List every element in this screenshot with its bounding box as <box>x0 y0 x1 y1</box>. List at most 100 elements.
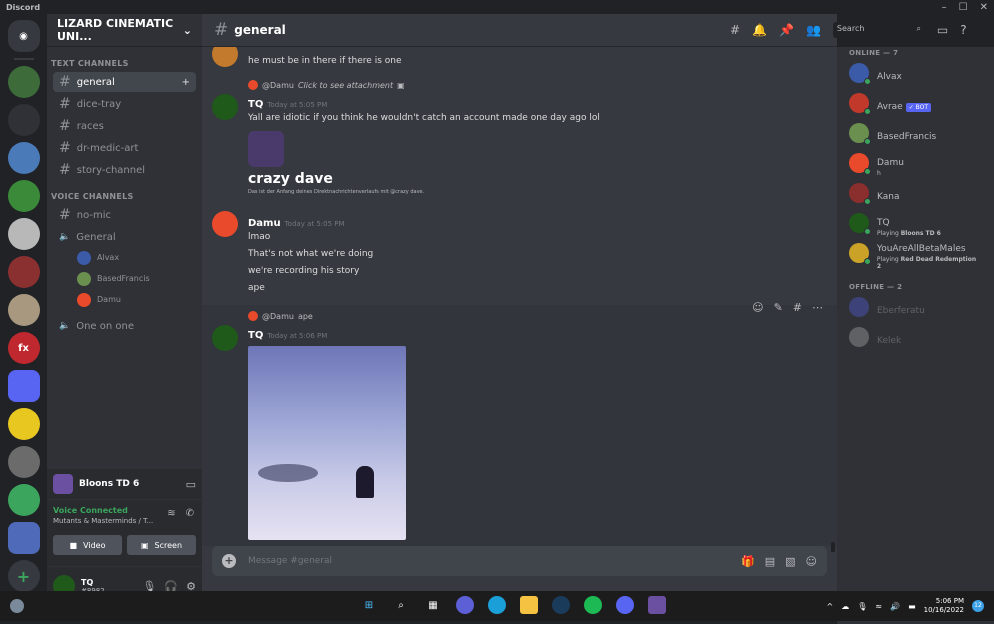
avatar[interactable] <box>212 47 238 67</box>
invite-icon[interactable]: + <box>182 77 190 88</box>
channel-dice-tray[interactable]: # dice-tray <box>53 94 196 114</box>
maximize-button[interactable]: ☐ <box>959 2 968 13</box>
server-icon[interactable] <box>7 142 40 174</box>
microphone-icon[interactable]: 🎙 <box>857 602 867 611</box>
message-input[interactable]: Message #general <box>248 556 332 566</box>
server-icon-active[interactable] <box>7 180 40 212</box>
embed-image[interactable] <box>248 131 284 167</box>
gif-attachment[interactable] <box>248 346 406 540</box>
teams-chat-icon[interactable] <box>456 596 474 614</box>
voice-user[interactable]: Alvax <box>77 247 202 268</box>
message[interactable]: ☺ ✎ # ⋯ @Damu ape TQ Today at 5:06 PM <box>202 301 837 546</box>
channel-dr-medic-art[interactable]: # dr-medic-art <box>53 138 196 158</box>
message-composer[interactable]: + Message #general 🎁 ▤ ▧ ☺ <box>212 546 827 576</box>
volume-icon[interactable]: 🔊 <box>890 602 900 611</box>
category-text[interactable]: TEXT CHANNELS <box>51 59 202 68</box>
avatar[interactable] <box>212 94 238 120</box>
notification-badge[interactable]: 12 <box>972 600 984 612</box>
member-item[interactable]: Kelek <box>849 323 982 351</box>
search-icon[interactable]: ⌕ <box>392 596 410 614</box>
gift-icon[interactable]: 🎁 <box>741 555 755 568</box>
message-author[interactable]: TQ <box>248 330 263 341</box>
member-item[interactable]: Alvax <box>849 59 982 87</box>
member-item[interactable]: Damu h <box>849 149 982 177</box>
battery-icon[interactable]: ▬ <box>908 602 916 611</box>
channel-races[interactable]: # races <box>53 116 196 136</box>
members-icon[interactable]: 👥 <box>806 23 821 37</box>
member-item[interactable]: Kana <box>849 179 982 207</box>
member-item[interactable]: YouAreAllBetaMales Playing Red Dead Redem… <box>849 239 982 270</box>
emoji-icon[interactable]: ☺ <box>806 555 817 568</box>
channel-general[interactable]: # general + <box>53 72 196 92</box>
server-folder[interactable] <box>7 522 40 554</box>
avatar[interactable] <box>212 211 238 237</box>
server-icon[interactable] <box>7 484 40 516</box>
message[interactable]: Damu Today at 5:05 PM lmao That's not wha… <box>202 211 837 295</box>
channel-story-channel[interactable]: # story-channel <box>53 160 196 180</box>
member-item[interactable]: Avrae ✓ BOT <box>849 89 982 117</box>
search-input[interactable]: Search ⌕ <box>832 22 925 38</box>
message-author[interactable]: TQ <box>248 99 263 110</box>
edge-icon[interactable] <box>488 596 506 614</box>
pin-icon[interactable]: 📌 <box>779 23 794 37</box>
voice-user[interactable]: Damu <box>77 289 202 310</box>
add-server-button[interactable]: + <box>7 560 40 591</box>
task-view-icon[interactable]: ▦ <box>424 596 442 614</box>
disconnect-icon[interactable]: ✆ <box>186 508 194 519</box>
threads-icon[interactable]: # <box>730 23 740 37</box>
help-icon[interactable]: ? <box>960 23 966 37</box>
clock[interactable]: 5:06 PM 10/16/2022 <box>924 597 964 615</box>
server-icon[interactable] <box>7 104 40 136</box>
message[interactable]: he must be in there if there is one <box>202 47 837 68</box>
gif-icon[interactable]: ▤ <box>765 555 775 568</box>
server-icon[interactable] <box>7 218 40 250</box>
activity-panel[interactable]: Bloons TD 6 ▭ <box>47 469 202 499</box>
server-icon[interactable] <box>7 256 40 288</box>
cloud-icon[interactable]: ☁ <box>841 602 849 611</box>
server-icon[interactable] <box>7 294 40 326</box>
message[interactable]: @Damu Click to see attachment ▣ TQ Today at… <box>202 80 837 195</box>
message-author[interactable]: Damu <box>248 218 281 229</box>
screen-button[interactable]: ▣ Screen <box>127 535 196 555</box>
video-button[interactable]: ■ Video <box>53 535 122 555</box>
upload-plus-icon[interactable]: + <box>222 554 236 568</box>
close-button[interactable]: ✕ <box>980 2 988 13</box>
steam-icon[interactable] <box>552 596 570 614</box>
add-reaction-icon[interactable]: ☺ <box>752 301 763 314</box>
sticker-icon[interactable]: ▧ <box>785 555 795 568</box>
more-icon[interactable]: ⋯ <box>812 301 823 314</box>
minimize-button[interactable]: – <box>942 2 947 13</box>
server-header[interactable]: LIZARD CINEMATIC UNI... ⌄ <box>47 14 202 47</box>
home-button[interactable]: ◉ <box>7 20 40 52</box>
reply-reference[interactable]: @Damu Click to see attachment ▣ <box>248 80 825 90</box>
chevron-up-icon[interactable]: ^ <box>827 602 834 611</box>
wifi-icon[interactable]: ≈ <box>875 602 882 611</box>
server-icon[interactable]: fx <box>7 332 40 364</box>
bell-icon[interactable]: 🔔 <box>752 23 767 37</box>
weather-widget[interactable] <box>10 599 24 613</box>
server-icon[interactable] <box>7 66 40 98</box>
windows-start-icon[interactable]: ⊞ <box>360 596 378 614</box>
member-item[interactable]: BasedFrancis <box>849 119 982 147</box>
stream-screen-icon[interactable]: ▭ <box>186 478 196 491</box>
scrollbar[interactable] <box>831 542 835 552</box>
channel-no-mic[interactable]: # no-mic <box>53 205 196 225</box>
member-item[interactable]: TQ Playing Bloons TD 6 <box>849 209 982 237</box>
member-item[interactable]: Eberferatu <box>849 293 982 321</box>
avatar[interactable] <box>212 325 238 351</box>
server-icon[interactable] <box>7 408 40 440</box>
thread-icon[interactable]: # <box>793 301 802 314</box>
category-voice[interactable]: VOICE CHANNELS <box>51 192 202 201</box>
server-icon[interactable] <box>7 446 40 478</box>
server-icon[interactable] <box>7 370 40 402</box>
bloons-icon[interactable] <box>648 596 666 614</box>
edit-icon[interactable]: ✎ <box>774 301 783 314</box>
discord-icon[interactable] <box>616 596 634 614</box>
inbox-icon[interactable]: ▭ <box>937 23 948 37</box>
noise-suppression-icon[interactable]: ≋ <box>167 508 175 519</box>
folder-icon[interactable] <box>520 596 538 614</box>
voice-channel-general[interactable]: 🔈 General <box>53 227 196 247</box>
spotify-icon[interactable] <box>584 596 602 614</box>
voice-user[interactable]: BasedFrancis <box>77 268 202 289</box>
voice-channel-one-on-one[interactable]: 🔈 One on one <box>53 316 196 336</box>
